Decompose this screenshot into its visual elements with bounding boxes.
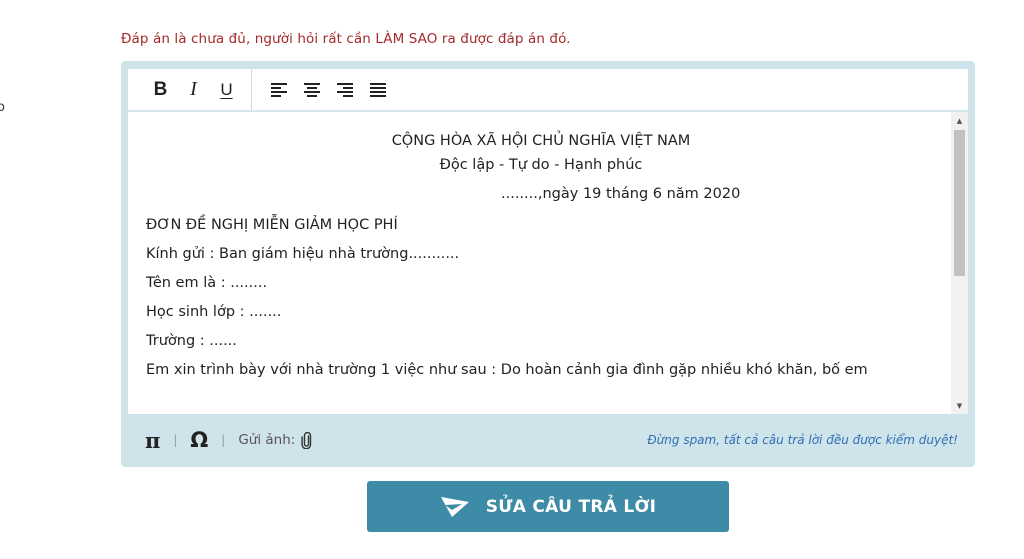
align-center-icon [303,82,320,97]
editor-toolbar: B I U [128,69,968,111]
document-line: Em xin trình bày với nhà trường 1 việc n… [146,362,868,378]
send-image-button[interactable]: Gửi ảnh: [238,431,313,449]
bold-button[interactable]: B [144,75,177,105]
submit-label: SỬA CÂU TRẢ LỜI [485,496,657,517]
scroll-up-arrow-icon[interactable]: ▲ [951,112,968,129]
underline-label: U [220,79,233,99]
document-line: ĐƠN ĐỀ NGHỊ MIỄN GIẢM HỌC PHÍ [146,217,398,233]
document-line: Kính gửi : Ban giám hiệu nhà trường.....… [146,246,460,262]
document-line: Trường : ...... [146,333,237,349]
document-line: Tên em là : ........ [146,275,268,291]
document-line: Học sinh lớp : ....... [146,304,282,320]
align-group [252,69,394,110]
editor-footer: π | Ω | Gửi ảnh: Đừng spam, tất cả câu t… [128,419,968,461]
scroll-down-arrow-icon[interactable]: ▼ [951,397,968,414]
align-left-button[interactable] [262,75,295,105]
footer-separator: | [221,433,226,447]
editor-scrollbar[interactable]: ▲ ▼ [951,112,968,414]
align-right-button[interactable] [328,75,361,105]
document-date: ........,ngày 19 tháng 6 năm 2020 [501,186,741,202]
send-plane-icon [440,496,469,517]
paperclip-icon [301,431,312,449]
align-justify-icon [369,82,386,97]
footer-separator: | [173,433,178,447]
align-right-icon [336,82,353,97]
align-left-icon [270,82,287,97]
align-center-button[interactable] [295,75,328,105]
scroll-thumb[interactable] [954,130,965,276]
moderation-notice: Đừng spam, tất cả câu trả lời đều được k… [647,433,958,447]
underline-button[interactable]: U [210,75,243,105]
document-body: CỘNG HÒA XÃ HỘI CHỦ NGHĨA VIỆT NAM Độc l… [146,129,946,385]
math-pi-button[interactable]: π [145,428,160,453]
left-stub-text: o [0,100,5,115]
answer-editor: B I U CỘNG HÒA XÃ HỘI CHỦ NGHĨA VIỆT NAM… [121,61,975,467]
special-char-omega-button[interactable]: Ω [190,428,208,452]
editor-content[interactable]: CỘNG HÒA XÃ HỘI CHỦ NGHĨA VIỆT NAM Độc l… [128,112,968,414]
document-header-line1: CỘNG HÒA XÃ HỘI CHỦ NGHĨA VIỆT NAM [391,133,691,149]
document-header-line2: Độc lập - Tự do - Hạnh phúc [439,157,643,173]
send-image-label: Gửi ảnh: [238,432,296,448]
format-group: B I U [128,69,252,110]
edit-answer-submit-button[interactable]: SỬA CÂU TRẢ LỜI [367,481,729,532]
italic-button[interactable]: I [177,75,210,105]
align-justify-button[interactable] [361,75,394,105]
answer-hint: Đáp án là chưa đủ, người hỏi rất cần LÀM… [121,31,571,47]
